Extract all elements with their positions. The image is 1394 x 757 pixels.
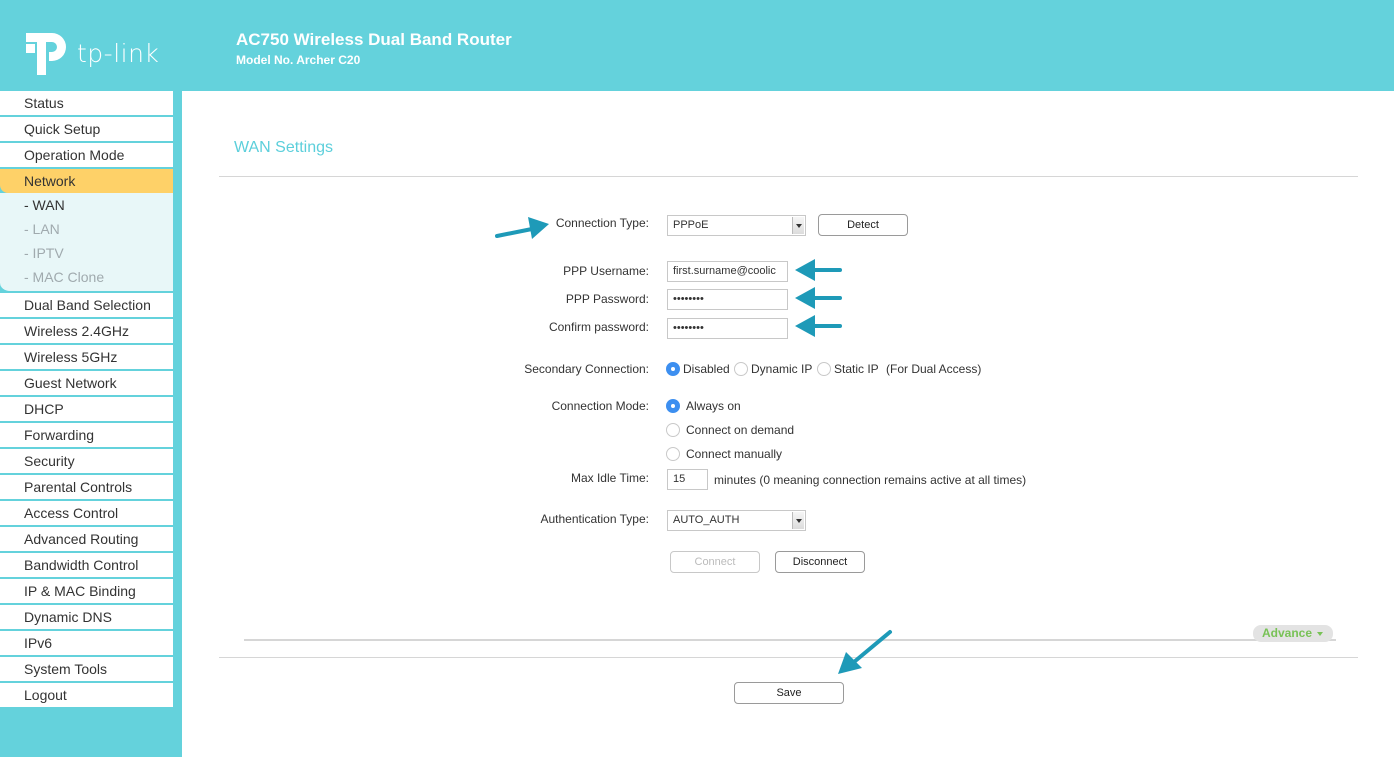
sidebar-item-dhcp[interactable]: DHCP (0, 397, 173, 423)
annotation-arrow-icon (795, 315, 842, 337)
header: tp-link AC750 Wireless Dual Band Router … (0, 0, 1394, 91)
sidebar-item-wireless-5ghz[interactable]: Wireless 5GHz (0, 345, 173, 371)
advance-label: Advance (1262, 626, 1313, 640)
submenu-item-iptv[interactable]: - IPTV (0, 241, 173, 265)
network-submenu: - WAN - LAN - IPTV - MAC Clone (0, 193, 173, 293)
disconnect-button[interactable]: Disconnect (775, 551, 865, 573)
advance-toggle[interactable]: Advance (1253, 625, 1333, 642)
sidebar-item-parental-controls[interactable]: Parental Controls (0, 475, 173, 501)
connection-mode-label: Connection Mode: (551, 399, 649, 413)
annotation-arrow-icon (795, 287, 842, 309)
divider (219, 176, 1358, 177)
mode-on-demand-label: Connect on demand (686, 423, 795, 437)
authentication-type-select[interactable]: AUTO_AUTH (667, 510, 806, 531)
mode-always-on-radio[interactable] (666, 399, 680, 413)
authentication-type-value: AUTO_AUTH (673, 514, 740, 526)
tp-link-logo[interactable]: tp-link (24, 28, 159, 78)
divider (219, 657, 1358, 658)
secondary-static-ip-label: Static IP (834, 362, 879, 376)
max-idle-time-label: Max Idle Time: (570, 471, 649, 485)
dual-access-note: (For Dual Access) (886, 362, 982, 376)
sidebar-item-ip-mac-binding[interactable]: IP & MAC Binding (0, 579, 173, 605)
ppp-password-input[interactable]: •••••••• (667, 289, 788, 310)
detect-button[interactable]: Detect (818, 214, 908, 236)
sidebar-item-security[interactable]: Security (0, 449, 173, 475)
sidebar-item-dynamic-dns[interactable]: Dynamic DNS (0, 605, 173, 631)
confirm-password-input[interactable]: •••••••• (667, 318, 788, 339)
advance-divider (244, 639, 1336, 641)
annotation-arrow-icon (838, 630, 892, 674)
sidebar-item-network[interactable]: Network (0, 169, 173, 193)
sidebar-item-wireless-2-4ghz[interactable]: Wireless 2.4GHz (0, 319, 173, 345)
page-title: WAN Settings (234, 139, 333, 156)
sidebar-item-ipv6[interactable]: IPv6 (0, 631, 173, 657)
sidebar-item-status[interactable]: Status (0, 91, 173, 117)
sidebar-item-advanced-routing[interactable]: Advanced Routing (0, 527, 173, 553)
submenu-item-mac-clone[interactable]: - MAC Clone (0, 265, 173, 289)
main-content: WAN Settings Connection Type: PPPoE Dete… (182, 91, 1394, 757)
connection-type-select[interactable]: PPPoE (667, 215, 806, 236)
sidebar-item-bandwidth-control[interactable]: Bandwidth Control (0, 553, 173, 579)
sidebar-item-guest-network[interactable]: Guest Network (0, 371, 173, 397)
confirm-password-label: Confirm password: (548, 320, 649, 334)
submenu-item-lan[interactable]: - LAN (0, 217, 173, 241)
product-title: AC750 Wireless Dual Band Router (236, 30, 512, 49)
sidebar-item-logout[interactable]: Logout (0, 683, 173, 707)
annotation-arrow-icon (495, 217, 549, 239)
chevron-down-icon (792, 217, 804, 234)
max-idle-time-input[interactable]: 15 (667, 469, 708, 490)
sidebar-item-access-control[interactable]: Access Control (0, 501, 173, 527)
mode-manually-radio[interactable] (666, 447, 680, 461)
secondary-disabled-label: Disabled (683, 362, 730, 376)
secondary-dynamic-ip-radio[interactable] (734, 362, 748, 376)
ppp-username-label: PPP Username: (563, 264, 649, 278)
max-idle-time-note: minutes (0 meaning connection remains ac… (714, 473, 1027, 487)
annotation-arrow-icon (795, 259, 842, 281)
secondary-static-ip-radio[interactable] (817, 362, 831, 376)
caret-down-icon (1317, 631, 1324, 636)
mode-on-demand-radio[interactable] (666, 423, 680, 437)
sidebar: Status Quick Setup Operation Mode Networ… (0, 91, 173, 707)
connection-type-value: PPPoE (673, 219, 709, 231)
secondary-connection-label: Secondary Connection: (524, 362, 649, 376)
secondary-dynamic-ip-label: Dynamic IP (751, 362, 813, 376)
authentication-type-label: Authentication Type: (540, 512, 649, 526)
tp-link-logo-icon (26, 33, 66, 75)
model-number: Model No. Archer C20 (236, 53, 361, 67)
ppp-password-label: PPP Password: (565, 292, 649, 306)
chevron-down-icon (792, 512, 804, 529)
sidebar-item-dual-band-selection[interactable]: Dual Band Selection (0, 293, 173, 319)
secondary-disabled-radio[interactable] (666, 362, 680, 376)
sidebar-item-system-tools[interactable]: System Tools (0, 657, 173, 683)
submenu-item-wan[interactable]: - WAN (0, 193, 173, 217)
connect-button[interactable]: Connect (670, 551, 760, 573)
save-button[interactable]: Save (734, 682, 844, 704)
sidebar-item-operation-mode[interactable]: Operation Mode (0, 143, 173, 169)
mode-always-on-label: Always on (686, 399, 741, 413)
mode-manually-label: Connect manually (686, 447, 783, 461)
brand-name: tp-link (77, 38, 160, 68)
sidebar-item-quick-setup[interactable]: Quick Setup (0, 117, 173, 143)
sidebar-item-forwarding[interactable]: Forwarding (0, 423, 173, 449)
ppp-username-input[interactable]: first.surname@coolic (667, 261, 788, 282)
